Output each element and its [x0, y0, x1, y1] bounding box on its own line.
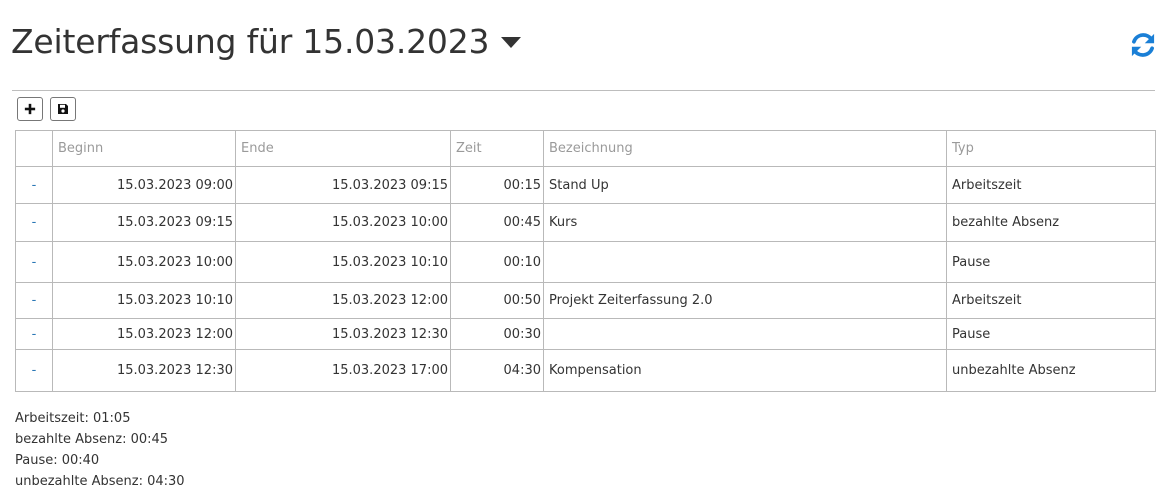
column-header-bezeichnung[interactable]: Bezeichnung	[543, 130, 947, 167]
remove-row-button[interactable]: -	[32, 215, 37, 230]
remove-row-cell: -	[15, 318, 53, 350]
column-header-zeit[interactable]: Zeit	[450, 130, 544, 167]
beginn-cell[interactable]: 15.03.2023 12:00	[52, 318, 236, 350]
add-entry-button[interactable]	[17, 97, 43, 121]
zeit-cell: 00:30	[450, 318, 544, 350]
zeit-cell: 00:15	[450, 166, 544, 204]
summary-unbezahlte-absenz: unbezahlte Absenz: 04:30	[15, 474, 185, 489]
remove-row-cell: -	[15, 349, 53, 392]
summary-arbeitszeit: Arbeitszeit: 01:05	[15, 411, 131, 426]
zeit-cell: 00:50	[450, 282, 544, 319]
ende-cell[interactable]: 15.03.2023 10:10	[235, 241, 451, 283]
column-header-typ[interactable]: Typ	[946, 130, 1156, 167]
typ-cell[interactable]: Pause	[946, 318, 1156, 350]
beginn-cell[interactable]: 15.03.2023 12:30	[52, 349, 236, 392]
ende-cell[interactable]: 15.03.2023 17:00	[235, 349, 451, 392]
table-row: - 15.03.2023 09:15 15.03.2023 10:00 00:4…	[15, 203, 1156, 242]
bezeichnung-cell[interactable]	[543, 241, 947, 283]
remove-row-cell: -	[15, 203, 53, 242]
zeit-cell: 00:45	[450, 203, 544, 242]
bezeichnung-cell[interactable]	[543, 318, 947, 350]
remove-row-cell: -	[15, 241, 53, 283]
remove-row-button[interactable]: -	[32, 363, 37, 378]
ende-cell[interactable]: 15.03.2023 12:00	[235, 282, 451, 319]
zeit-cell: 04:30	[450, 349, 544, 392]
page-header: Zeiterfassung für 15.03.2023	[11, 22, 1157, 72]
column-header-beginn[interactable]: Beginn	[52, 130, 236, 167]
page-title-dropdown[interactable]: Zeiterfassung für 15.03.2023	[11, 22, 522, 61]
table-header-row: Beginn Ende Zeit Bezeichnung Typ	[15, 130, 1156, 167]
time-entries-table: Beginn Ende Zeit Bezeichnung Typ - 15.03…	[15, 130, 1156, 392]
caret-down-icon[interactable]	[501, 37, 522, 48]
time-summary: Arbeitszeit: 01:05 bezahlte Absenz: 00:4…	[15, 408, 185, 492]
ende-cell[interactable]: 15.03.2023 12:30	[235, 318, 451, 350]
table-row: - 15.03.2023 10:00 15.03.2023 10:10 00:1…	[15, 241, 1156, 283]
beginn-cell[interactable]: 15.03.2023 10:10	[52, 282, 236, 319]
plus-icon	[24, 103, 36, 115]
beginn-cell[interactable]: 15.03.2023 09:15	[52, 203, 236, 242]
table-row: - 15.03.2023 12:30 15.03.2023 17:00 04:3…	[15, 349, 1156, 392]
table-row: - 15.03.2023 12:00 15.03.2023 12:30 00:3…	[15, 318, 1156, 350]
zeit-cell: 00:10	[450, 241, 544, 283]
summary-pause: Pause: 00:40	[15, 453, 100, 468]
ende-cell[interactable]: 15.03.2023 09:15	[235, 166, 451, 204]
bezeichnung-cell[interactable]: Kurs	[543, 203, 947, 242]
remove-row-cell: -	[15, 166, 53, 204]
column-header-ende[interactable]: Ende	[235, 130, 451, 167]
refresh-icon[interactable]	[1129, 31, 1157, 59]
typ-cell[interactable]: unbezahlte Absenz	[946, 349, 1156, 392]
toolbar	[17, 97, 76, 121]
typ-cell[interactable]: Arbeitszeit	[946, 166, 1156, 204]
bezeichnung-cell[interactable]: Projekt Zeiterfassung 2.0	[543, 282, 947, 319]
beginn-cell[interactable]: 15.03.2023 10:00	[52, 241, 236, 283]
bezeichnung-cell[interactable]: Kompensation	[543, 349, 947, 392]
header-divider	[12, 90, 1155, 91]
typ-cell[interactable]: bezahlte Absenz	[946, 203, 1156, 242]
summary-bezahlte-absenz: bezahlte Absenz: 00:45	[15, 432, 169, 447]
page-title[interactable]: Zeiterfassung für 15.03.2023	[11, 22, 490, 61]
remove-row-button[interactable]: -	[32, 255, 37, 270]
remove-row-button[interactable]: -	[32, 293, 37, 308]
typ-cell[interactable]: Arbeitszeit	[946, 282, 1156, 319]
beginn-cell[interactable]: 15.03.2023 09:00	[52, 166, 236, 204]
remove-row-button[interactable]: -	[32, 178, 37, 193]
remove-row-cell: -	[15, 282, 53, 319]
table-row: - 15.03.2023 10:10 15.03.2023 12:00 00:5…	[15, 282, 1156, 319]
remove-row-button[interactable]: -	[32, 327, 37, 342]
column-header-actions	[15, 130, 53, 167]
save-button[interactable]	[50, 97, 76, 121]
ende-cell[interactable]: 15.03.2023 10:00	[235, 203, 451, 242]
typ-cell[interactable]: Pause	[946, 241, 1156, 283]
floppy-disk-icon	[58, 104, 68, 114]
bezeichnung-cell[interactable]: Stand Up	[543, 166, 947, 204]
table-row: - 15.03.2023 09:00 15.03.2023 09:15 00:1…	[15, 166, 1156, 204]
